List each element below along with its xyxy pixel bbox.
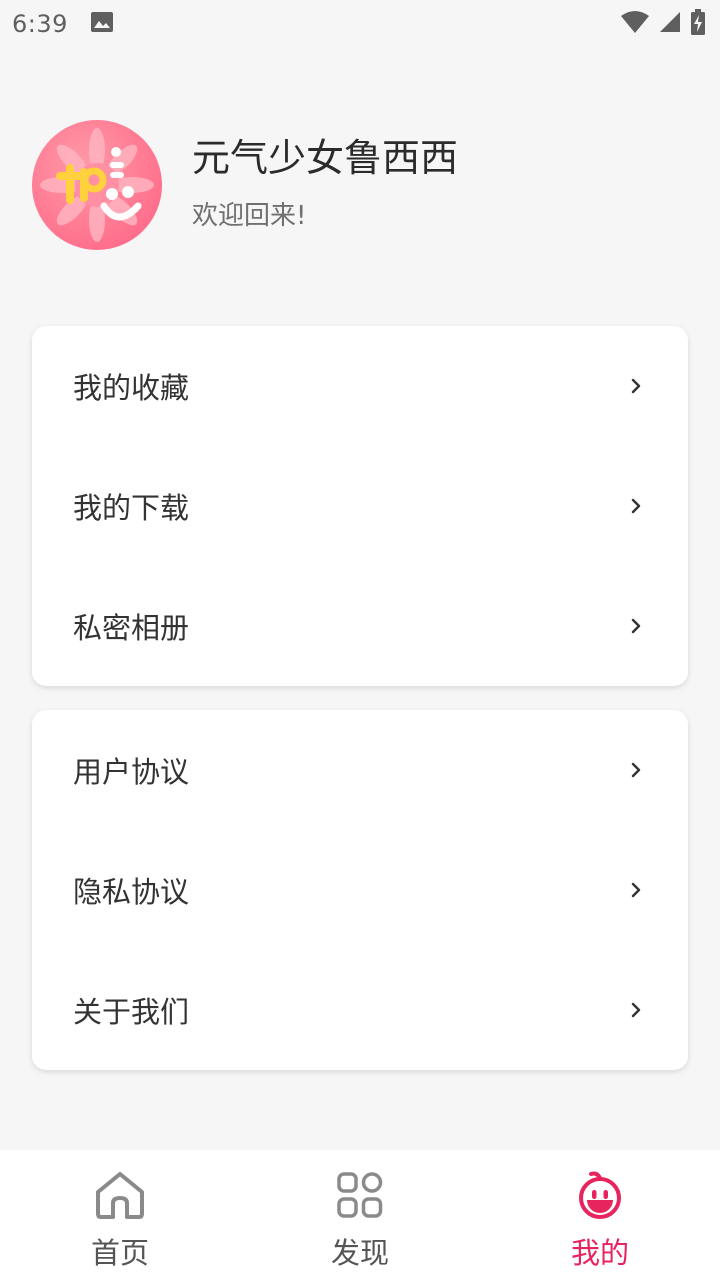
status-time: 6:39 — [12, 10, 68, 38]
chevron-right-icon — [628, 1000, 644, 1020]
menu-item-favorites[interactable]: 我的收藏 — [32, 326, 688, 446]
menu-item-private-album[interactable]: 私密相册 — [32, 566, 688, 686]
menu-item-label: 关于我们 — [73, 995, 190, 1029]
nav-label-mine: 我的 — [570, 1236, 629, 1270]
signal-icon — [658, 10, 682, 38]
avatar-flower-logo — [40, 128, 154, 242]
menu-item-label: 我的下载 — [73, 491, 190, 525]
chevron-right-icon — [628, 496, 644, 516]
menu-item-privacy-policy[interactable]: 隐私协议 — [32, 830, 688, 950]
menu-item-user-agreement[interactable]: 用户协议 — [32, 710, 688, 830]
profile-header: 元气少女鲁西西 欢迎回来! — [32, 120, 458, 250]
wifi-icon — [620, 10, 650, 38]
grid-icon — [335, 1170, 385, 1224]
nav-label-home: 首页 — [90, 1236, 149, 1270]
home-icon — [92, 1170, 148, 1224]
battery-charging-icon — [690, 9, 706, 39]
menu-item-label: 我的收藏 — [73, 371, 190, 405]
menu-card-primary: 我的收藏 我的下载 私密相册 — [32, 326, 688, 686]
menu-card-secondary: 用户协议 隐私协议 关于我们 — [32, 710, 688, 1070]
chevron-right-icon — [628, 760, 644, 780]
chevron-right-icon — [628, 880, 644, 900]
menu-item-label: 隐私协议 — [73, 875, 190, 909]
menu-item-about-us[interactable]: 关于我们 — [32, 950, 688, 1070]
nav-item-discover[interactable]: 发现 — [240, 1150, 480, 1280]
chevron-right-icon — [628, 616, 644, 636]
menu-item-label: 私密相册 — [73, 611, 190, 645]
nav-item-home[interactable]: 首页 — [0, 1150, 240, 1280]
face-icon — [575, 1170, 625, 1224]
nav-label-discover: 发现 — [330, 1236, 389, 1270]
status-bar: 6:39 — [0, 0, 720, 48]
welcome-text: 欢迎回来! — [192, 201, 307, 232]
menu-item-downloads[interactable]: 我的下载 — [32, 446, 688, 566]
image-icon — [90, 11, 114, 37]
menu-item-label: 用户协议 — [73, 755, 190, 789]
avatar[interactable] — [32, 120, 162, 250]
chevron-right-icon — [628, 376, 644, 396]
user-name: 元气少女鲁西西 — [192, 135, 459, 180]
nav-item-mine[interactable]: 我的 — [480, 1150, 720, 1280]
bottom-nav: 首页 发现 我的 — [0, 1150, 720, 1280]
